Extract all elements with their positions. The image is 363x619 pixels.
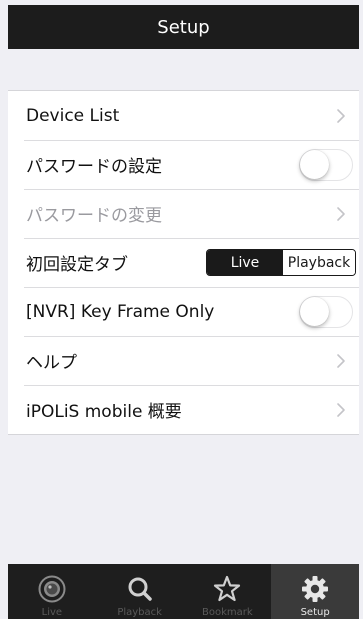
tab-label-setup: Setup: [300, 607, 330, 618]
settings-list: Device List パスワードの設定 パスワードの変更 初回設定タブ Liv…: [8, 90, 359, 435]
settings-content: Device List パスワードの設定 パスワードの変更 初回設定タブ Liv…: [8, 49, 359, 564]
tab-setup[interactable]: Setup: [271, 564, 359, 619]
chevron-right-icon: [329, 349, 353, 373]
row-key-frame-only: [NVR] Key Frame Only: [8, 287, 359, 336]
row-label-initial-tab: 初回設定タブ: [26, 255, 128, 275]
tab-label-bookmark: Bookmark: [202, 607, 253, 618]
gear-icon: [299, 573, 331, 605]
segment-playback[interactable]: Playback: [283, 250, 355, 275]
star-icon: [211, 573, 243, 605]
row-about[interactable]: iPOLiS mobile 概要: [8, 385, 359, 434]
row-label-password-change: パスワードの変更: [26, 206, 162, 226]
row-password-change[interactable]: パスワードの変更: [8, 189, 359, 238]
toggle-knob: [300, 149, 329, 179]
tab-bookmark[interactable]: Bookmark: [184, 564, 272, 619]
segment-live[interactable]: Live: [207, 250, 283, 275]
nav-bar: Setup: [8, 5, 359, 49]
row-password-setting: パスワードの設定: [8, 140, 359, 189]
row-label-help: ヘルプ: [26, 353, 77, 373]
tab-label-playback: Playback: [117, 607, 162, 618]
password-toggle[interactable]: [299, 148, 353, 181]
key-frame-toggle[interactable]: [299, 295, 353, 328]
chevron-right-icon: [329, 398, 353, 422]
tab-label-live: Live: [41, 607, 63, 618]
row-help[interactable]: ヘルプ: [8, 336, 359, 385]
page-title: Setup: [157, 16, 210, 38]
chevron-right-icon: [329, 202, 353, 226]
row-label-password-setting: パスワードの設定: [26, 157, 162, 177]
tab-bar: Live Playback Bookmark Setup: [8, 564, 359, 619]
chevron-right-icon: [329, 104, 353, 128]
tab-playback[interactable]: Playback: [96, 564, 184, 619]
search-icon: [124, 573, 156, 605]
row-initial-tab: 初回設定タブ Live Playback: [8, 238, 359, 287]
row-label-device-list: Device List: [26, 105, 120, 126]
row-device-list[interactable]: Device List: [8, 91, 359, 140]
initial-tab-segmented-control: Live Playback: [206, 249, 356, 276]
live-icon: [36, 573, 68, 605]
tab-live[interactable]: Live: [8, 564, 96, 619]
row-label-about: iPOLiS mobile 概要: [26, 402, 182, 422]
row-label-key-frame-only: [NVR] Key Frame Only: [26, 301, 215, 322]
toggle-knob: [300, 296, 329, 326]
